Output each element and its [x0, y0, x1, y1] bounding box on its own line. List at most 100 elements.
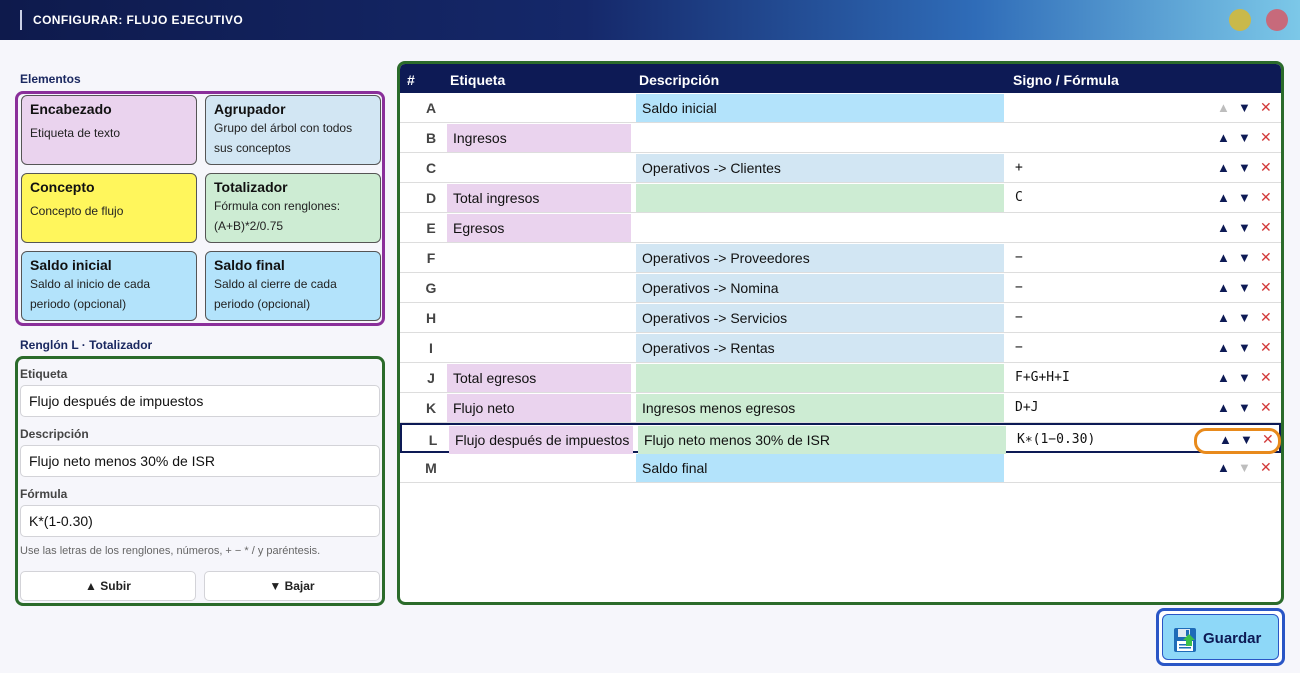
row-label-cell[interactable] [447, 244, 631, 272]
delete-row-icon[interactable]: ✕ [1260, 279, 1272, 296]
delete-row-icon[interactable]: ✕ [1260, 399, 1272, 416]
delete-row-icon[interactable]: ✕ [1260, 309, 1272, 326]
element-card-saldo-final[interactable]: Saldo final Saldo al cierre de cada peri… [205, 251, 381, 321]
move-row-up-icon[interactable]: ▲ [1217, 130, 1230, 145]
minimize-button[interactable] [1229, 9, 1251, 31]
row-formula-cell[interactable]: F+G+H+I [1015, 370, 1070, 385]
move-row-down-icon[interactable]: ▼ [1238, 280, 1251, 295]
move-row-up-icon[interactable]: ▲ [1217, 160, 1230, 175]
row-description-cell[interactable]: Saldo final [636, 454, 1004, 482]
save-button[interactable]: Guardar [1156, 608, 1285, 666]
delete-row-icon[interactable]: ✕ [1260, 369, 1272, 386]
row-formula-cell[interactable]: K∗(1−0.30) [1017, 432, 1095, 447]
row-label-cell[interactable] [447, 94, 631, 122]
row-description-cell[interactable]: Operativos -> Nomina [636, 274, 1004, 302]
move-row-down-icon[interactable]: ▼ [1238, 190, 1251, 205]
move-down-button[interactable]: ▼ Bajar [204, 571, 380, 601]
row-description-cell[interactable]: Operativos -> Rentas [636, 334, 1004, 362]
formula-input[interactable]: K*(1-0.30) [20, 505, 380, 537]
move-row-up-icon[interactable]: ▲ [1217, 190, 1230, 205]
delete-row-icon[interactable]: ✕ [1260, 99, 1272, 116]
move-row-up-icon[interactable]: ▲ [1217, 250, 1230, 265]
card-title: Concepto [30, 179, 95, 195]
table-row-c[interactable]: C Operativos -> Clientes + ▲ ▼ ✕ [400, 153, 1281, 183]
delete-row-icon[interactable]: ✕ [1260, 219, 1272, 236]
row-description-cell[interactable]: Ingresos menos egresos [636, 394, 1004, 422]
move-row-up-icon[interactable]: ▲ [1217, 400, 1230, 415]
delete-row-icon[interactable]: ✕ [1260, 339, 1272, 356]
row-label-cell[interactable]: Total ingresos [447, 184, 631, 212]
table-row-j[interactable]: J Total egresos F+G+H+I ▲ ▼ ✕ [400, 363, 1281, 393]
rows-table: # Etiqueta Descripción Signo / Fórmula A… [397, 61, 1284, 605]
close-button[interactable] [1266, 9, 1288, 31]
move-row-up-icon[interactable]: ▲ [1217, 220, 1230, 235]
move-row-down-icon[interactable]: ▼ [1238, 400, 1251, 415]
move-row-down-icon[interactable]: ▼ [1238, 100, 1251, 115]
row-formula-cell[interactable]: D+J [1015, 400, 1038, 415]
row-description-cell[interactable] [636, 364, 1004, 392]
table-row-l[interactable]: L Flujo después de impuestos Flujo neto me… [400, 423, 1281, 454]
table-row-d[interactable]: D Total ingresos C ▲ ▼ ✕ [400, 183, 1281, 213]
row-label-cell[interactable] [447, 274, 631, 302]
table-row-e[interactable]: E Egresos ▲ ▼ ✕ [400, 213, 1281, 243]
row-formula-cell[interactable]: C [1015, 190, 1023, 205]
delete-row-icon[interactable]: ✕ [1260, 249, 1272, 266]
save-button-face[interactable]: Guardar [1162, 614, 1279, 660]
move-row-up-icon[interactable]: ▲ [1217, 280, 1230, 295]
row-label-cell[interactable] [447, 154, 631, 182]
row-description-cell[interactable] [636, 214, 1004, 242]
move-row-down-icon[interactable]: ▼ [1238, 310, 1251, 325]
row-formula-cell[interactable]: − [1015, 250, 1023, 265]
delete-row-icon[interactable]: ✕ [1260, 159, 1272, 176]
row-formula-cell[interactable]: + [1015, 160, 1023, 175]
move-row-down-icon[interactable]: ▼ [1238, 130, 1251, 145]
move-row-down-icon[interactable]: ▼ [1238, 220, 1251, 235]
row-label-cell[interactable]: Flujo después de impuestos [449, 426, 633, 454]
table-row-f[interactable]: F Operativos -> Proveedores − ▲ ▼ ✕ [400, 243, 1281, 273]
descripcion-input[interactable]: Flujo neto menos 30% de ISR [20, 445, 380, 477]
table-row-k[interactable]: K Flujo neto Ingresos menos egresos D+J ▲ ▼ ✕ [400, 393, 1281, 423]
row-formula-cell[interactable]: − [1015, 340, 1023, 355]
row-label-cell[interactable]: Flujo neto [447, 394, 631, 422]
move-row-up-icon[interactable]: ▲ [1217, 340, 1230, 355]
element-card-saldo-inicial[interactable]: Saldo inicial Saldo al inicio de cada pe… [21, 251, 197, 321]
selected-actions-highlight [1194, 428, 1281, 454]
row-label-cell[interactable] [447, 304, 631, 332]
table-row-h[interactable]: H Operativos -> Servicios − ▲ ▼ ✕ [400, 303, 1281, 333]
row-formula-cell[interactable]: − [1015, 280, 1023, 295]
delete-row-icon[interactable]: ✕ [1260, 189, 1272, 206]
move-up-button[interactable]: ▲ Subir [20, 571, 196, 601]
element-card-totalizador[interactable]: Totalizador Fórmula con renglones: (A+B)… [205, 173, 381, 243]
element-card-encabezado[interactable]: Encabezado Etiqueta de texto [21, 95, 197, 165]
row-description-cell[interactable]: Flujo neto menos 30% de ISR [638, 426, 1006, 454]
etiqueta-input[interactable]: Flujo después de impuestos [20, 385, 380, 417]
delete-row-icon[interactable]: ✕ [1260, 459, 1272, 476]
row-description-cell[interactable]: Operativos -> Servicios [636, 304, 1004, 332]
element-card-concepto[interactable]: Concepto Concepto de flujo [21, 173, 197, 243]
row-formula-cell[interactable]: − [1015, 310, 1023, 325]
row-description-cell[interactable]: Saldo inicial [636, 94, 1004, 122]
row-label-cell[interactable] [447, 454, 631, 482]
element-card-agrupador[interactable]: Agrupador Grupo del árbol con todos sus … [205, 95, 381, 165]
row-label-cell[interactable]: Ingresos [447, 124, 631, 152]
table-row-i[interactable]: I Operativos -> Rentas − ▲ ▼ ✕ [400, 333, 1281, 363]
row-label-cell[interactable]: Total egresos [447, 364, 631, 392]
table-row-a[interactable]: A Saldo inicial ▲ ▼ ✕ [400, 93, 1281, 123]
move-row-down-icon[interactable]: ▼ [1238, 370, 1251, 385]
row-description-cell[interactable]: Operativos -> Clientes [636, 154, 1004, 182]
move-row-up-icon[interactable]: ▲ [1217, 310, 1230, 325]
move-row-down-icon[interactable]: ▼ [1238, 340, 1251, 355]
move-row-up-icon[interactable]: ▲ [1217, 460, 1230, 475]
table-row-g[interactable]: G Operativos -> Nomina − ▲ ▼ ✕ [400, 273, 1281, 303]
row-description-cell[interactable]: Operativos -> Proveedores [636, 244, 1004, 272]
table-row-m[interactable]: M Saldo final ▲ ▼ ✕ [400, 453, 1281, 483]
table-row-b[interactable]: B Ingresos ▲ ▼ ✕ [400, 123, 1281, 153]
delete-row-icon[interactable]: ✕ [1260, 129, 1272, 146]
row-description-cell[interactable] [636, 184, 1004, 212]
move-row-down-icon[interactable]: ▼ [1238, 160, 1251, 175]
move-row-up-icon[interactable]: ▲ [1217, 370, 1230, 385]
row-description-cell[interactable] [636, 124, 1004, 152]
row-label-cell[interactable]: Egresos [447, 214, 631, 242]
row-label-cell[interactable] [447, 334, 631, 362]
move-row-down-icon[interactable]: ▼ [1238, 250, 1251, 265]
